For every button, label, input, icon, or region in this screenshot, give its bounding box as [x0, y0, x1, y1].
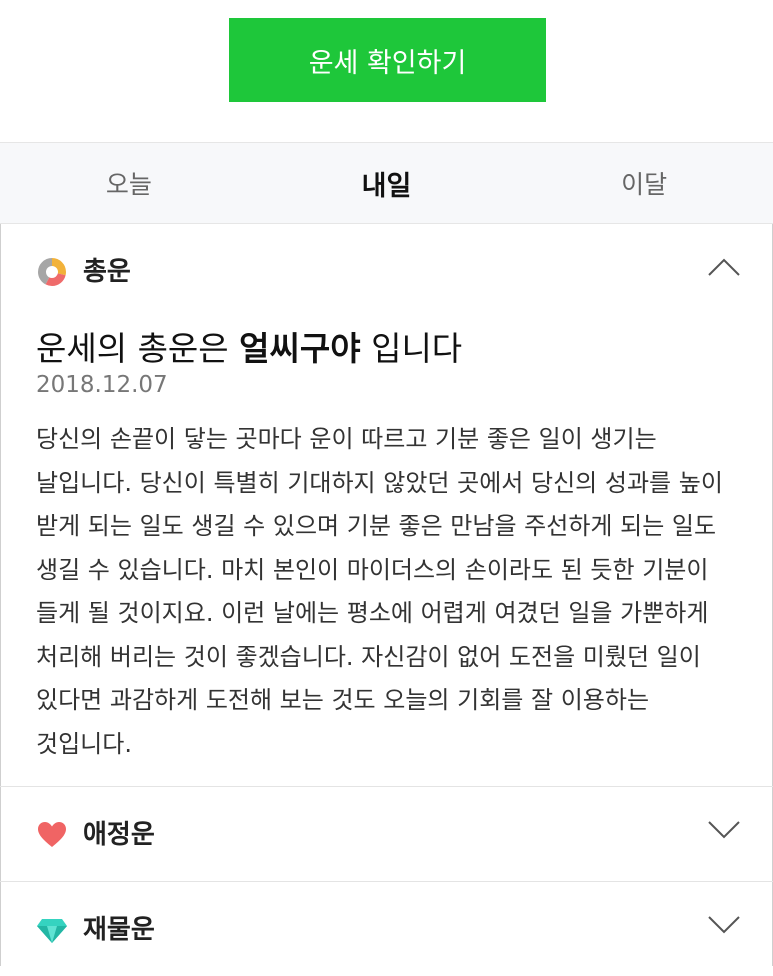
- tab-today[interactable]: 오늘: [0, 143, 258, 223]
- section-header-overall[interactable]: 총운: [0, 224, 773, 318]
- day-tabs: 오늘 내일 이달: [0, 142, 773, 224]
- heart-icon: [38, 822, 66, 847]
- fortune-date: 2018.12.07: [36, 372, 168, 398]
- chevron-down-icon[interactable]: [707, 820, 741, 840]
- headline-prefix: 운세의 총운은: [36, 329, 240, 368]
- section-label-love: 애정운: [83, 820, 155, 850]
- donut-chart-icon: [38, 258, 66, 286]
- fortune-headline: 운세의 총운은 얼씨구야 입니다: [36, 322, 462, 370]
- section-header-love[interactable]: 애정운: [0, 787, 773, 881]
- tab-tomorrow[interactable]: 내일: [258, 143, 516, 223]
- fortune-description: 당신의 손끝이 닿는 곳마다 운이 따르고 기분 좋은 일이 생기는 날입니다.…: [36, 425, 723, 758]
- chevron-up-icon[interactable]: [707, 257, 741, 277]
- chevron-down-icon[interactable]: [707, 915, 741, 935]
- headline-suffix: 입니다: [360, 329, 463, 368]
- top-area: 운세 확인하기: [0, 0, 773, 142]
- check-fortune-button[interactable]: 운세 확인하기: [229, 18, 546, 102]
- section-label-overall: 총운: [83, 257, 131, 287]
- diamond-icon: [37, 919, 67, 943]
- section-header-wealth[interactable]: 재물운: [0, 882, 773, 976]
- tab-this-month[interactable]: 이달: [515, 143, 773, 223]
- headline-keyword: 얼씨구야: [239, 329, 361, 368]
- section-label-wealth: 재물운: [83, 915, 155, 945]
